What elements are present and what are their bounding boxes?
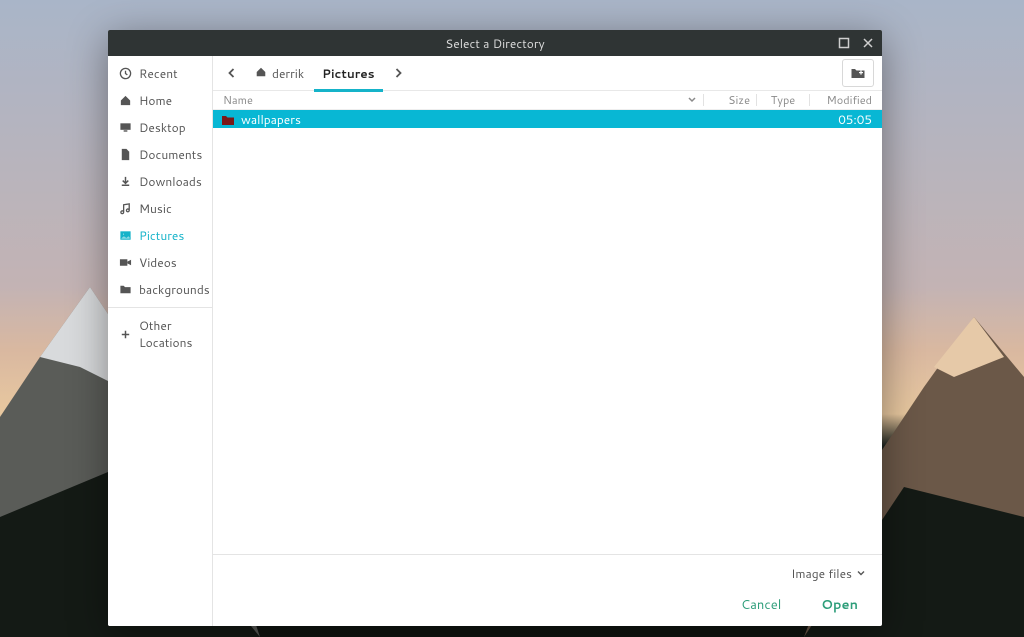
- window-title: Select a Directory: [445, 35, 544, 52]
- column-headers: Name Size Type Modified: [213, 91, 882, 110]
- main-pane: derrik Pictures Name: [213, 56, 882, 626]
- breadcrumb-label: Pictures: [322, 65, 374, 82]
- sidebar-item-label: Other Locations: [139, 317, 204, 351]
- sidebar-item-downloads[interactable]: Downloads: [108, 168, 212, 195]
- breadcrumb-home[interactable]: derrik: [247, 59, 312, 87]
- chevron-down-icon: [856, 565, 866, 582]
- file-list[interactable]: wallpapers 05:05: [213, 110, 882, 554]
- folder-icon: [118, 283, 132, 297]
- folder-icon: [221, 113, 235, 125]
- sidebar-item-label: Downloads: [139, 173, 202, 190]
- home-icon: [255, 65, 267, 82]
- sidebar-item-label: backgrounds: [139, 281, 210, 298]
- sidebar-item-label: Home: [139, 92, 172, 109]
- sidebar-item-home[interactable]: Home: [108, 87, 212, 114]
- music-icon: [118, 202, 132, 216]
- titlebar: Select a Directory: [108, 30, 882, 56]
- sidebar-item-documents[interactable]: Documents: [108, 141, 212, 168]
- sort-indicator-icon: [687, 92, 697, 108]
- places-sidebar: Recent Home Desktop Documents Downloads: [108, 56, 213, 626]
- nav-forward-button[interactable]: [385, 60, 411, 86]
- sidebar-item-label: Documents: [139, 146, 202, 163]
- sidebar-item-other-locations[interactable]: Other Locations: [108, 312, 212, 356]
- download-icon: [118, 175, 132, 189]
- sidebar-item-label: Desktop: [139, 119, 186, 136]
- file-icon: [118, 148, 132, 162]
- desktop-icon: [118, 121, 132, 135]
- dialog-footer: Image files Cancel Open: [213, 554, 882, 626]
- sidebar-item-label: Videos: [139, 254, 177, 271]
- sidebar-item-backgrounds[interactable]: backgrounds: [108, 276, 212, 303]
- sidebar-separator: [108, 307, 212, 308]
- sidebar-item-videos[interactable]: Videos: [108, 249, 212, 276]
- file-type-filter[interactable]: Image files: [789, 561, 868, 586]
- file-modified: 05:05: [816, 111, 876, 128]
- cancel-button[interactable]: Cancel: [735, 592, 787, 618]
- sidebar-item-recent[interactable]: Recent: [108, 60, 212, 87]
- window-close-button[interactable]: [860, 35, 876, 51]
- open-button[interactable]: Open: [815, 592, 864, 618]
- nav-back-button[interactable]: [219, 60, 245, 86]
- picture-icon: [118, 229, 132, 243]
- path-toolbar: derrik Pictures: [213, 56, 882, 91]
- sidebar-item-desktop[interactable]: Desktop: [108, 114, 212, 141]
- file-chooser-dialog: Select a Directory Recent Home: [108, 30, 882, 626]
- column-header-name[interactable]: Name: [223, 92, 687, 108]
- window-maximize-button[interactable]: [836, 35, 852, 51]
- file-name: wallpapers: [241, 111, 710, 128]
- home-icon: [118, 94, 132, 108]
- sidebar-item-label: Recent: [139, 65, 178, 82]
- new-folder-button[interactable]: [842, 59, 874, 87]
- clock-icon: [118, 67, 132, 81]
- filter-label: Image files: [791, 565, 852, 582]
- column-header-type[interactable]: Type: [763, 92, 803, 108]
- video-icon: [118, 256, 132, 270]
- sidebar-item-label: Pictures: [139, 227, 184, 244]
- sidebar-item-pictures[interactable]: Pictures: [108, 222, 212, 249]
- column-header-modified[interactable]: Modified: [816, 92, 876, 108]
- file-row[interactable]: wallpapers 05:05: [213, 110, 882, 128]
- column-header-size[interactable]: Size: [710, 92, 750, 108]
- breadcrumb-label: derrik: [272, 65, 304, 82]
- breadcrumb-pictures[interactable]: Pictures: [314, 58, 382, 92]
- desktop-wallpaper: Select a Directory Recent Home: [0, 0, 1024, 637]
- sidebar-item-music[interactable]: Music: [108, 195, 212, 222]
- sidebar-item-label: Music: [139, 200, 172, 217]
- plus-icon: [118, 327, 132, 341]
